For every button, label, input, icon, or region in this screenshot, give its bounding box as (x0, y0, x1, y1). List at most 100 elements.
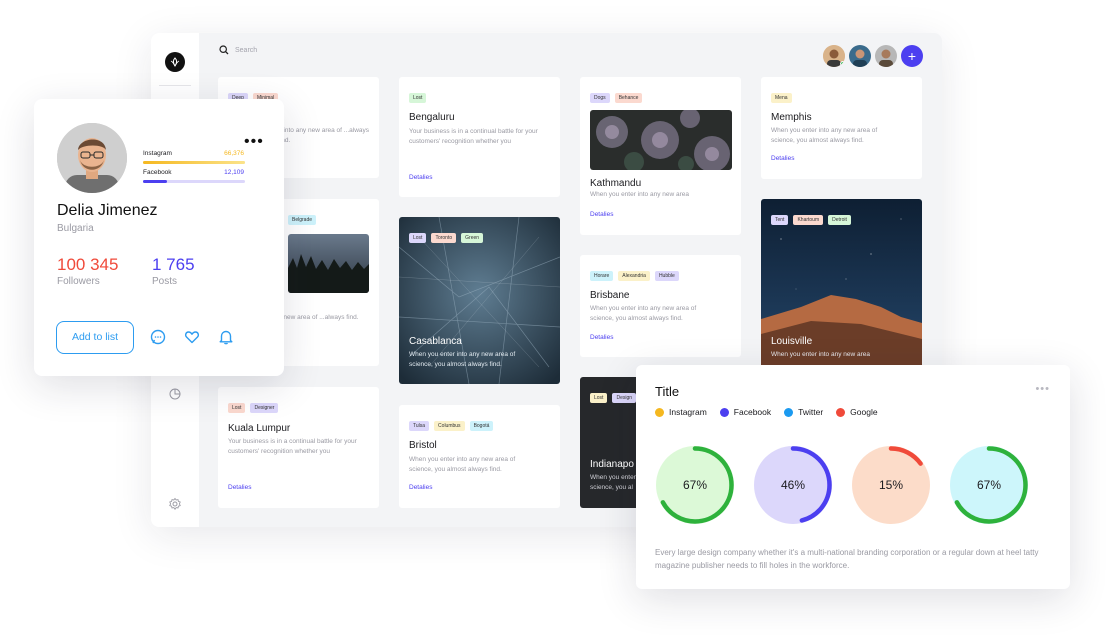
details-link[interactable]: Detalies (771, 155, 794, 162)
profile-card: ••• Instagram 66,376 Facebook 12,109 Del… (34, 99, 284, 376)
tag[interactable]: Designer (250, 403, 279, 413)
profile-name: Delia Jimenez (57, 202, 158, 219)
tag[interactable]: Lost (409, 93, 427, 103)
donut-label: 67% (976, 478, 1002, 492)
followers-label: Followers (57, 276, 100, 287)
tag[interactable]: Khartoum (793, 215, 824, 225)
card-title: Bristol (409, 440, 437, 451)
card[interactable]: Tent Khartoum Detroit Louisville When yo… (761, 199, 922, 369)
add-button[interactable]: + (901, 45, 923, 67)
legend-item: Facebook (719, 407, 772, 417)
chart-title: Title (655, 384, 680, 399)
card-title: Brisbane (590, 290, 630, 301)
card[interactable]: Lost Bengaluru Your business is in a con… (399, 77, 560, 197)
tag[interactable]: Mena (771, 93, 792, 103)
heart-icon[interactable] (184, 329, 200, 345)
legend-label: Facebook (733, 407, 772, 417)
card-description: ...into any new area of ...always find. (278, 127, 370, 144)
tag[interactable]: Belgrade (288, 215, 317, 225)
avatar[interactable] (823, 45, 845, 67)
tag[interactable]: Hubble (654, 271, 679, 281)
avatar[interactable] (875, 45, 897, 67)
tag[interactable]: Detroit (828, 215, 851, 225)
card[interactable]: Lost Toronto Green Casablanca When you e… (399, 217, 560, 384)
pie-chart-icon[interactable] (168, 387, 182, 401)
legend-dot (719, 407, 729, 417)
tag[interactable]: Tent (771, 215, 789, 225)
tag[interactable]: Tulsa (409, 421, 430, 431)
add-to-list-button[interactable]: Add to list (56, 321, 134, 354)
card-title: Indianapo (590, 459, 634, 470)
card-description: When you enter into any new area of scie… (409, 351, 516, 368)
card-description: When you enter into any new area (771, 351, 871, 358)
card-description: When you enter into any new area of scie… (409, 456, 516, 473)
facebook-value: 12,109 (224, 169, 244, 176)
tag[interactable]: Green (461, 233, 484, 243)
legend-dot (836, 407, 846, 417)
succulents-photo (590, 110, 732, 170)
legend-dot (784, 407, 794, 417)
tag[interactable]: Lost (228, 403, 246, 413)
card[interactable]: Dogs Behance Kathmandu When you enter in… (580, 77, 741, 235)
card-description: When you enter into any new area of scie… (771, 127, 878, 144)
legend-label: Google (850, 407, 878, 417)
details-link[interactable]: Detalies (409, 174, 432, 181)
posts-count: 1 765 (152, 255, 195, 274)
more-options-icon[interactable]: ••• (1035, 383, 1050, 395)
profile-country: Bulgaria (57, 223, 94, 234)
avatar[interactable] (57, 123, 127, 193)
tag[interactable]: Horare (590, 271, 614, 281)
legend-item: Twitter (784, 407, 823, 417)
card[interactable]: Horare Alexandria Hubble Brisbane When y… (580, 255, 741, 357)
card-description: ...new area of ...always find. (278, 314, 359, 321)
followers-count: 100 345 (57, 255, 119, 274)
donut-label: 67% (682, 478, 708, 492)
card[interactable]: Lost Designer Kuala Lumpur Your business… (218, 387, 379, 508)
legend-dot (655, 407, 664, 417)
donut-label: 46% (780, 478, 806, 492)
card-description: When you enter into any new area of scie… (590, 305, 697, 322)
chart-legend: Instagram Facebook Twitter Google (655, 407, 878, 417)
facebook-progress (143, 180, 245, 183)
bell-icon[interactable] (218, 329, 234, 345)
details-link[interactable]: Detalies (590, 211, 613, 218)
tag[interactable]: Behance (614, 93, 643, 103)
gear-icon[interactable] (168, 497, 182, 511)
legend-item: Google (836, 407, 878, 417)
logo-icon[interactable] (165, 52, 185, 72)
details-link[interactable]: Detalies (409, 484, 432, 491)
avatar[interactable] (849, 45, 871, 67)
card-title: Memphis (771, 112, 812, 123)
tag[interactable]: Bogotá (469, 421, 494, 431)
posts-label: Posts (152, 276, 178, 287)
tag[interactable]: Toronto (431, 233, 457, 243)
donut-chart-twitter: 15% (850, 444, 932, 526)
card[interactable]: Tulsa Columbus Bogotá Bristol When you e… (399, 405, 560, 508)
legend-item: Instagram (655, 407, 707, 417)
instagram-value: 66,376 (224, 150, 244, 157)
card-title: Kathmandu (590, 178, 642, 189)
more-options-icon[interactable]: ••• (244, 133, 264, 151)
sidebar-divider (159, 85, 191, 86)
details-link[interactable]: Detalies (228, 484, 251, 491)
tag[interactable]: Lost (590, 393, 608, 403)
card-description: Your business is in a continual battle f… (409, 128, 538, 145)
search-icon (219, 45, 229, 55)
details-link[interactable]: Detalies (590, 334, 613, 341)
facebook-label: Facebook (143, 169, 172, 176)
legend-label: Twitter (798, 407, 824, 417)
tag[interactable]: Columbus (434, 421, 465, 431)
chat-icon[interactable] (150, 329, 166, 345)
search-input[interactable]: Search (235, 47, 257, 54)
card-description: Your business is in a continual battle f… (228, 438, 357, 455)
search-bar[interactable]: Search (219, 45, 257, 55)
donut-label: 15% (878, 478, 904, 492)
team-avatars: + (823, 45, 923, 67)
card-title: Kuala Lumpur (228, 423, 291, 434)
card[interactable]: Mena Memphis When you enter into any new… (761, 77, 922, 179)
tag[interactable]: Lost (409, 233, 427, 243)
tag[interactable]: Dogs (590, 93, 610, 103)
legend-label: Instagram (669, 407, 707, 417)
tag[interactable]: Design (612, 393, 637, 403)
tag[interactable]: Alexandria (618, 271, 650, 281)
